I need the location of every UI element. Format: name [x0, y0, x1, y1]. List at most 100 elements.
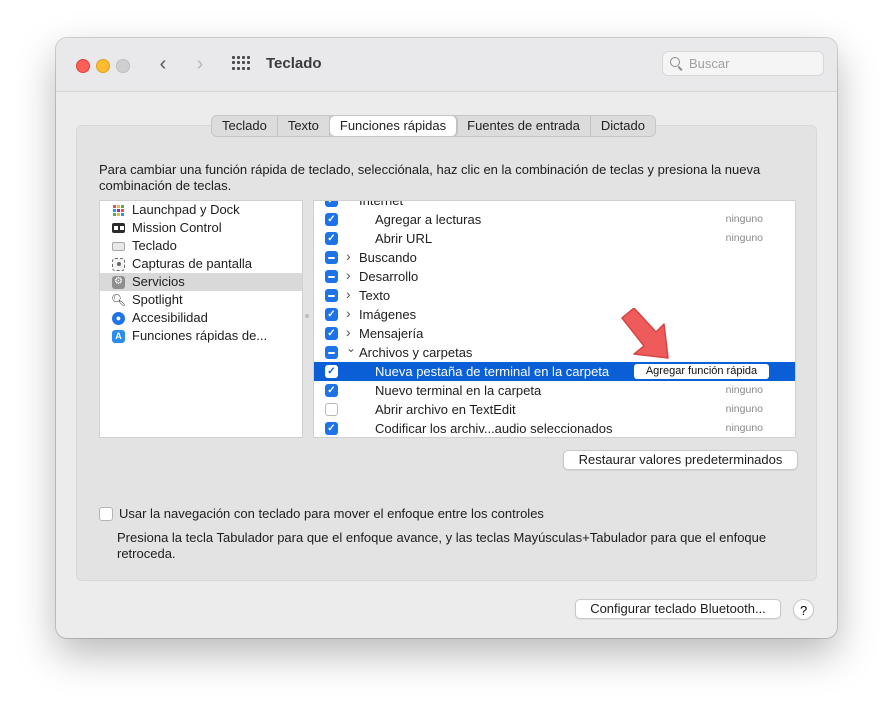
shortcut-label: Internet: [359, 200, 404, 208]
shortcut-row[interactable]: Abrir archivo en TextEdit ninguno: [314, 400, 795, 419]
shortcut-label: Mensajería: [359, 326, 424, 341]
shortcut-row[interactable]: › Texto: [314, 285, 795, 305]
zoom-button[interactable]: [116, 59, 130, 73]
shortcut-checkbox[interactable]: ✓: [325, 308, 338, 321]
category-label: Mission Control: [132, 220, 222, 235]
instructions-text: Para cambiar una función rápida de tecla…: [99, 162, 761, 193]
minimize-button[interactable]: [96, 59, 110, 73]
shortcut-checkbox[interactable]: ✓: [325, 422, 338, 435]
app-store-icon: A: [112, 329, 125, 343]
bluetooth-keyboard-button[interactable]: Configurar teclado Bluetooth...: [575, 599, 781, 619]
shortcut-checkbox[interactable]: ✓: [325, 384, 338, 397]
shortcut-label: Nuevo terminal en la carpeta: [375, 383, 542, 398]
shortcut-key-value[interactable]: ninguno: [726, 400, 763, 419]
gear-icon: ⚙: [112, 275, 125, 289]
shortcut-label: Buscando: [359, 250, 417, 265]
keyboard-navigation-hint: Presiona la tecla Tabulador para que el …: [117, 530, 767, 561]
search-icon: [670, 57, 680, 67]
category-label: Teclado: [132, 238, 177, 253]
shortcut-row[interactable]: ✓ ⌄Internet: [314, 200, 795, 210]
tab-fuentes-de-entrada[interactable]: Fuentes de entrada: [457, 116, 591, 136]
shortcut-key-value[interactable]: ninguno: [726, 210, 763, 229]
title-bar: ‹ › Teclado: [56, 38, 837, 92]
shortcut-key-value[interactable]: ninguno: [726, 229, 763, 248]
annotation-arrow-icon: [621, 308, 669, 359]
category-item[interactable]: Teclado: [100, 237, 302, 255]
tab-teclado[interactable]: Teclado: [212, 116, 278, 136]
help-button[interactable]: ?: [793, 599, 814, 620]
disclosure-closed-icon[interactable]: ›: [346, 247, 351, 266]
shortcut-row[interactable]: ⌄ Archivos y carpetas: [314, 341, 795, 362]
shortcut-checkbox[interactable]: [325, 289, 338, 302]
keyboard-navigation-checkbox[interactable]: [99, 507, 113, 521]
category-label: Capturas de pantalla: [132, 256, 252, 271]
shortcut-row[interactable]: ✓ Codificar los archiv...audio selecciona…: [314, 419, 795, 437]
shortcut-row[interactable]: ✓ Nuevo terminal en la carpeta ninguno: [314, 381, 795, 400]
category-label: Servicios: [132, 274, 185, 289]
disclosure-open-icon[interactable]: ⌄: [346, 339, 356, 358]
category-label: Spotlight: [132, 292, 183, 307]
show-all-grid-icon[interactable]: [232, 56, 250, 70]
spotlight-icon: 🔍︎: [110, 293, 127, 307]
tab-funciones-rapidas[interactable]: Funciones rápidas: [329, 116, 458, 136]
disclosure-open-icon[interactable]: ⌄: [346, 201, 356, 206]
shortcut-row[interactable]: ✓ Abrir URL ninguno: [314, 229, 795, 248]
category-item[interactable]: 🔍︎ Spotlight: [100, 291, 302, 309]
disclosure-closed-icon[interactable]: ›: [346, 285, 351, 304]
forward-chevron-icon[interactable]: ›: [189, 53, 211, 75]
shortcut-label: Codificar los archiv...audio seleccionad…: [375, 421, 613, 436]
shortcut-key-value[interactable]: ninguno: [726, 381, 763, 400]
shortcut-checkbox[interactable]: ✓: [325, 327, 338, 340]
shortcut-row[interactable]: › Desarrollo: [314, 266, 795, 286]
shortcut-checkbox[interactable]: [325, 346, 338, 359]
shortcut-row[interactable]: ✓ › Mensajería: [314, 324, 795, 343]
tab-dictado[interactable]: Dictado: [591, 116, 655, 136]
shortcut-checkbox[interactable]: ✓: [325, 201, 338, 207]
category-item-selected[interactable]: ⚙ Servicios: [100, 273, 302, 291]
tab-bar: Teclado Texto Funciones rápidas Fuentes …: [211, 115, 656, 137]
shortcut-list: ✓⌄Internet✓Agregar a lecturasninguno✓Abr…: [313, 200, 796, 438]
shortcut-row-selected[interactable]: ✓ Nueva pestaña de terminal en la carpeta…: [314, 362, 795, 381]
search-field[interactable]: [662, 51, 824, 76]
shortcut-checkbox[interactable]: ✓: [325, 365, 338, 378]
close-button[interactable]: [76, 59, 90, 73]
keyboard-preferences-window: ‹ › Teclado Teclado Texto Funciones rápi…: [56, 38, 837, 638]
shortcut-checkbox[interactable]: [325, 251, 338, 264]
shortcut-label: Agregar a lecturas: [375, 212, 482, 227]
shortcut-checkbox[interactable]: [325, 270, 338, 283]
category-item[interactable]: Mission Control: [100, 219, 302, 237]
disclosure-closed-icon[interactable]: ›: [346, 304, 351, 323]
launchpad-icon: [112, 204, 125, 217]
split-view-handle[interactable]: [305, 314, 309, 318]
keyboard-icon: [112, 241, 125, 251]
tab-texto[interactable]: Texto: [278, 116, 330, 136]
shortcut-label: Abrir archivo en TextEdit: [375, 402, 516, 417]
shortcut-row[interactable]: ✓ Agregar a lecturas ninguno: [314, 210, 795, 229]
shortcut-label: Archivos y carpetas: [359, 345, 473, 360]
shortcut-row[interactable]: › Buscando: [314, 247, 795, 267]
shortcut-label: Nueva pestaña de terminal en la carpeta: [375, 364, 610, 379]
category-item[interactable]: Launchpad y Dock: [100, 201, 302, 219]
category-label: Funciones rápidas de...: [132, 328, 268, 343]
shortcut-checkbox[interactable]: [325, 403, 338, 416]
keyboard-navigation-label: Usar la navegación con teclado para move…: [119, 506, 544, 521]
category-item[interactable]: A Funciones rápidas de...: [100, 327, 302, 345]
shortcut-label: Abrir URL: [375, 231, 433, 246]
restore-defaults-button[interactable]: Restaurar valores predeterminados: [563, 450, 798, 470]
shortcut-key-value[interactable]: ninguno: [726, 419, 763, 437]
search-input[interactable]: [689, 55, 817, 72]
shortcut-label: Desarrollo: [359, 269, 419, 284]
shortcut-label: Imágenes: [359, 307, 417, 322]
back-chevron-icon[interactable]: ‹: [152, 53, 174, 75]
shortcut-checkbox[interactable]: ✓: [325, 213, 338, 226]
shortcut-row[interactable]: ✓ › Imágenes: [314, 304, 795, 324]
category-item[interactable]: Capturas de pantalla: [100, 255, 302, 273]
category-list: Launchpad y Dock Mission Control Teclado…: [99, 200, 303, 438]
mission-control-icon: [112, 223, 125, 233]
window-title: Teclado: [266, 55, 322, 72]
disclosure-closed-icon[interactable]: ›: [346, 266, 351, 285]
shortcut-checkbox[interactable]: ✓: [325, 232, 338, 245]
shortcut-label: Texto: [359, 288, 391, 303]
screenshot-icon: [112, 257, 125, 271]
category-item[interactable]: ● Accesibilidad: [100, 309, 302, 327]
